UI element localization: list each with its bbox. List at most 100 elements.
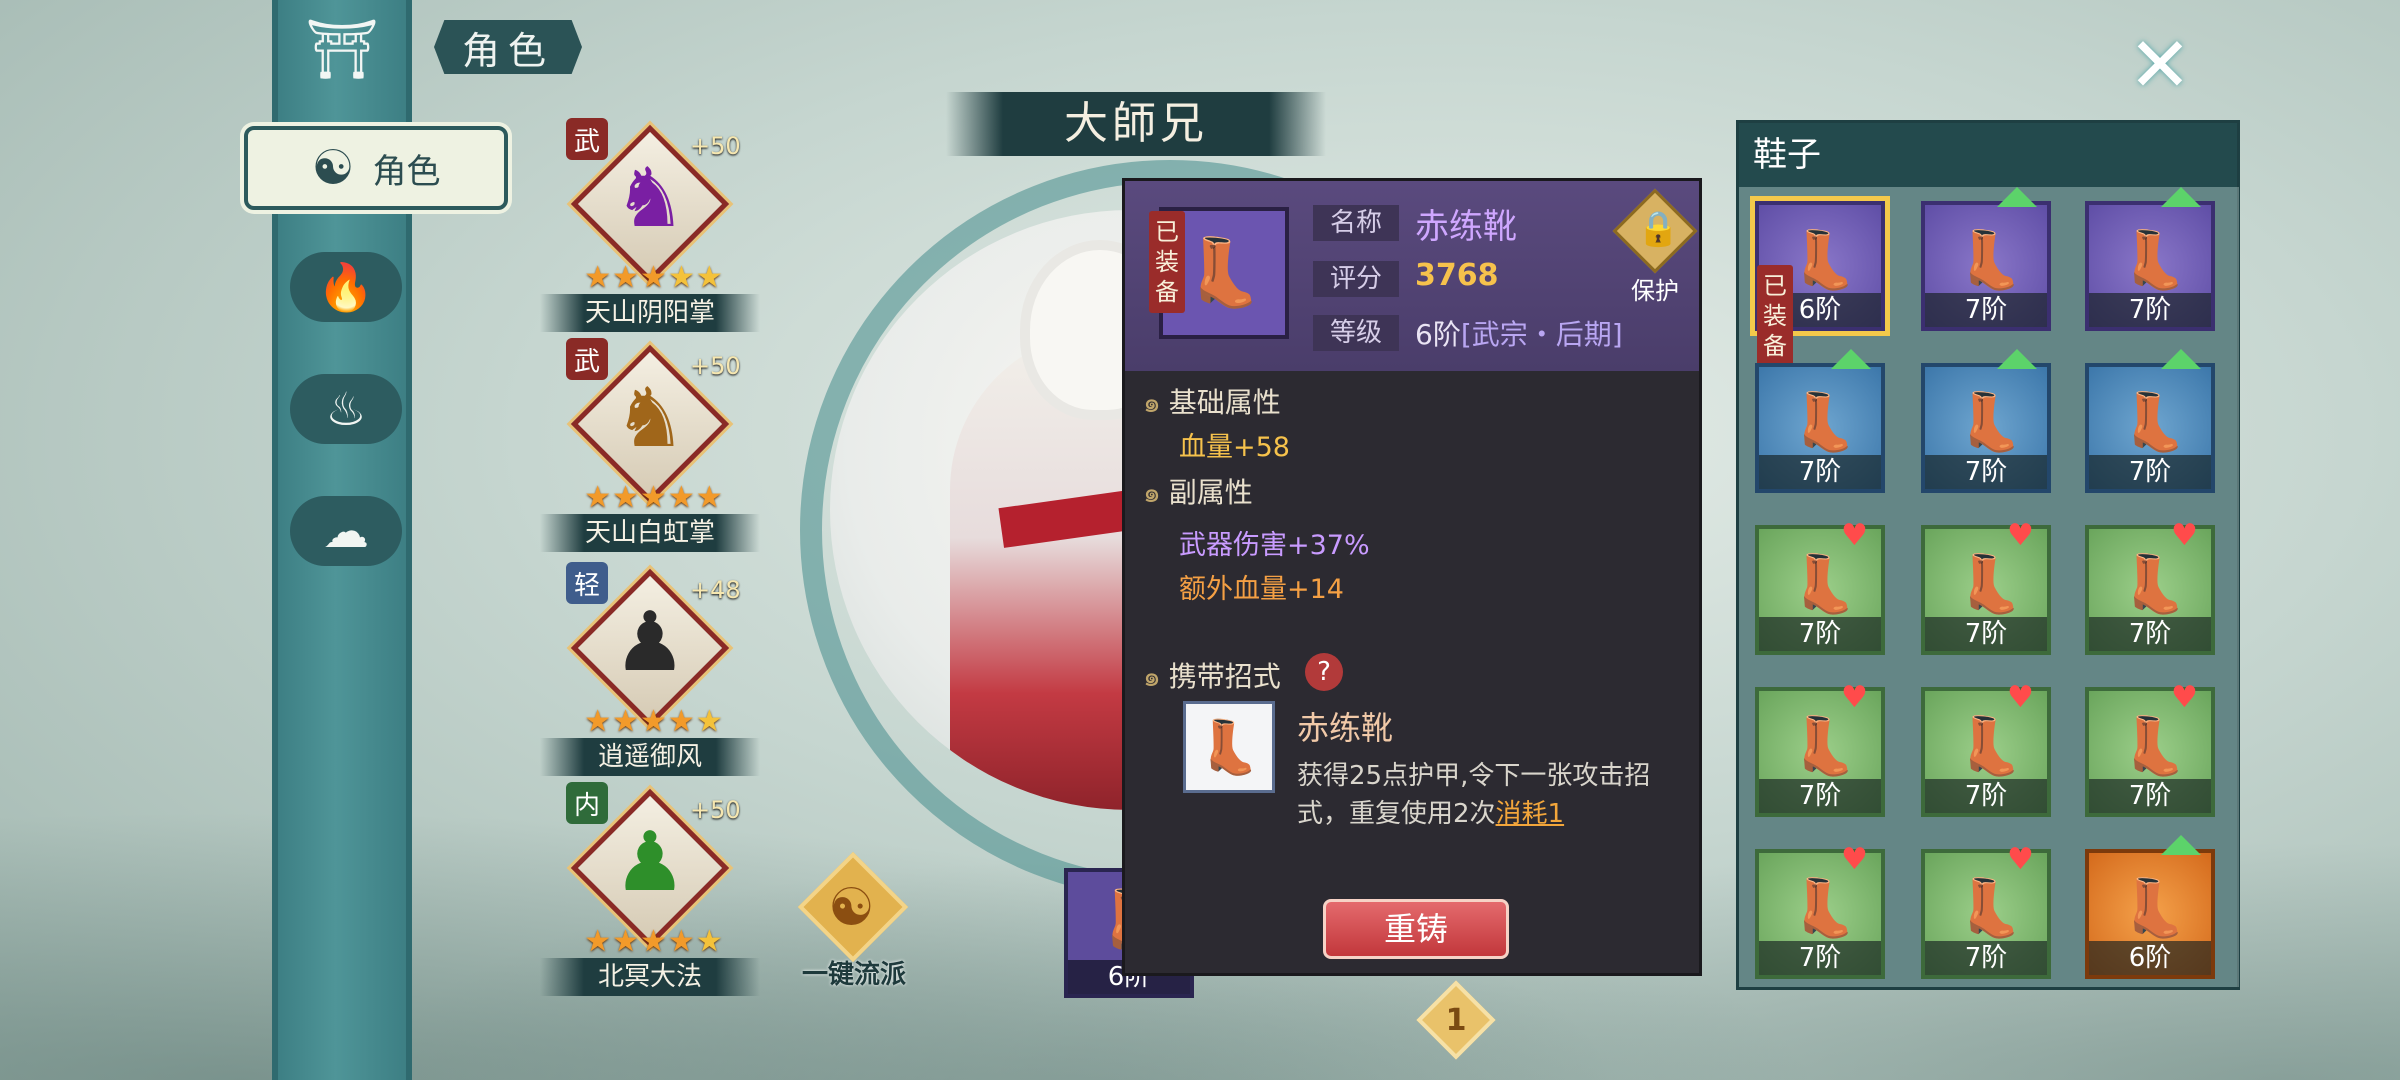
shoe-item[interactable]: 👢 7阶 [1921,187,2051,331]
item-score: 3768 [1415,258,1499,293]
shoe-item[interactable]: ♥ 👢 7阶 [1755,683,1885,817]
shoe-level: 7阶 [1759,941,1881,975]
boot-icon: 👢 [1955,876,2025,941]
boot-icon: 👢 [2119,228,2189,293]
shoe-item[interactable]: ♥ 👢 7阶 [2085,521,2215,655]
downgrade-heart-icon: ♥ [2007,518,2034,553]
boot-icon: 👢 [1789,552,1859,617]
nav-item-pet[interactable]: ☁ [290,496,402,566]
skill-stars: ★★★★★ [584,260,724,295]
reforge-button[interactable]: 重铸 [1323,899,1509,959]
skill-card[interactable]: ♟ 轻 +48 ★★★★★ 逍遥御风 [540,562,760,776]
cloud-icon: ๑ [1143,660,1161,693]
skill-type-tag: 内 [566,782,608,824]
shoe-item[interactable]: ♥ 👢 7阶 [1755,842,1885,979]
nav-item-character-label: 角色 [372,151,441,192]
base-attributes-label: 基础属性 [1168,386,1281,419]
shoe-level: 7阶 [1925,941,2047,975]
close-icon[interactable]: ✕ [2120,20,2200,109]
upgrade-arrow-icon [2161,187,2201,207]
one-click-preset-button[interactable]: ☯ 一键流派 [790,851,920,990]
shoe-level: 7阶 [2089,617,2211,651]
boot-icon: 👢 [2119,714,2189,779]
shoe-item[interactable]: ♥ 👢 7阶 [2085,680,2215,817]
protect-button[interactable]: 🔒 保护 [1612,188,1698,305]
skill-card[interactable]: ♞ 武 +50 ★★★★★ 天山白虹掌 [540,338,760,552]
nav-item-meditate[interactable]: ♨ [290,374,402,444]
skill-card[interactable]: ♞ 武 +50 ★★★★★ 天山阴阳掌 [540,118,760,332]
shoe-item[interactable]: 👢 7阶 [1921,349,2051,493]
move-boot-icon: 👢 [1183,701,1275,793]
base-attribute: 血量+58 [1179,432,1290,463]
upgrade-arrow-icon [1831,349,1871,369]
shoe-level: 7阶 [2089,293,2211,327]
shoe-item[interactable]: 👢 7阶 [2085,349,2215,493]
skill-figure-icon: ♞ [613,150,687,246]
carried-move-title: ๑携带招式 [1143,655,1281,699]
nav-item-character[interactable]: ☯ 角色 [244,126,508,210]
boot-icon: 👢 [1789,228,1859,293]
skill-type-tag: 武 [566,118,608,160]
item-grade: 6阶[武宗・后期] [1415,313,1623,353]
shoe-item[interactable]: ♥ 👢 7阶 [1921,683,2051,817]
shoe-item[interactable]: ♥ 👢 7阶 [1921,518,2051,655]
shoe-item[interactable]: 👢 7阶 [1755,349,1885,493]
shoe-item[interactable]: 👢 6阶 [2085,835,2215,979]
item-rank: [武宗・后期] [1460,318,1623,351]
pavilion-home-icon[interactable]: ⛩ [296,14,388,84]
shoe-level: 7阶 [2089,455,2211,489]
sub-attribute: 额外血量+14 [1179,574,1344,605]
downgrade-heart-icon: ♥ [1841,518,1868,553]
page-title: 角色 [434,20,582,74]
downgrade-heart-icon: ♥ [1841,842,1868,877]
shoe-level: 7阶 [1759,779,1881,813]
shoe-item[interactable]: 👢 7阶 [2085,187,2215,331]
shoe-level: 7阶 [1925,455,2047,489]
nav-item-flame[interactable]: 🔥 [290,252,402,322]
move-description: 获得25点护甲,令下一张攻击招式，重复使用2次消耗1 [1297,757,1687,833]
downgrade-heart-icon: ♥ [2007,842,2034,877]
shoe-level: 7阶 [2089,779,2211,813]
shoe-level: 7阶 [1925,779,2047,813]
page-marker-number: 1 [1445,1002,1467,1038]
protect-label: 保护 [1631,277,1679,305]
yin-yang-icon: ☯ [828,878,875,938]
item-name: 赤练靴 [1415,207,1517,247]
pet-icon: ☁ [323,504,369,558]
item-grade-level: 6阶 [1415,318,1461,351]
sub-attributes-label: 副属性 [1168,476,1253,509]
shoe-level: 6阶 [2089,941,2211,975]
downgrade-heart-icon: ♥ [2171,680,2198,715]
sub-attributes-title: ๑副属性 [1143,471,1253,515]
skill-bonus: +50 [690,132,741,160]
upgrade-arrow-icon [2161,835,2201,855]
boot-icon: 👢 [1789,390,1859,455]
score-label: 评分 [1313,261,1399,297]
character-icon: ☯ [311,140,355,196]
move-cost[interactable]: 消耗1 [1496,799,1565,829]
boot-icon: 👢 [1955,552,2025,617]
skill-bonus: +50 [690,352,741,380]
skill-name: 天山阴阳掌 [540,294,760,332]
boot-icon: 👢 [1789,876,1859,941]
move-description-text: 获得25点护甲,令下一张攻击招式，重复使用2次 [1297,761,1651,829]
shoe-level: 7阶 [1759,455,1881,489]
equipped-tag: 已装备 [1149,211,1185,313]
boot-icon: 👢 [1955,390,2025,455]
skill-card[interactable]: ♟ 内 +50 ★★★★★ 北冥大法 [540,782,760,996]
help-icon[interactable]: ? [1305,653,1343,691]
preset-label: 一键流派 [801,960,906,990]
shoe-item[interactable]: ♥ 👢 7阶 [1921,842,2051,979]
boot-icon: 👢 [2119,390,2189,455]
shoe-level: 7阶 [1759,617,1881,651]
grade-label: 等级 [1313,315,1399,351]
shoe-item[interactable]: ♥ 👢 7阶 [1755,518,1885,655]
item-detail-panel: 👢 已装备 名称 赤练靴 评分 3768 等级 6阶[武宗・后期] 🔒 保护 ๑… [1122,178,1702,976]
shoes-grid[interactable]: 👢 6阶 已装备 👢 7阶 👢 7阶 👢 7阶 👢 7阶 👢 7阶 ♥ 👢 7阶… [1739,187,2239,987]
carried-move-label: 携带招式 [1168,660,1281,693]
boot-icon: 👢 [1955,228,2025,293]
base-attributes-title: ๑基础属性 [1143,381,1281,425]
skill-type-tag: 轻 [566,562,608,604]
skill-figure-icon: ♟ [613,814,687,910]
character-name: 大師兄 [946,92,1326,156]
